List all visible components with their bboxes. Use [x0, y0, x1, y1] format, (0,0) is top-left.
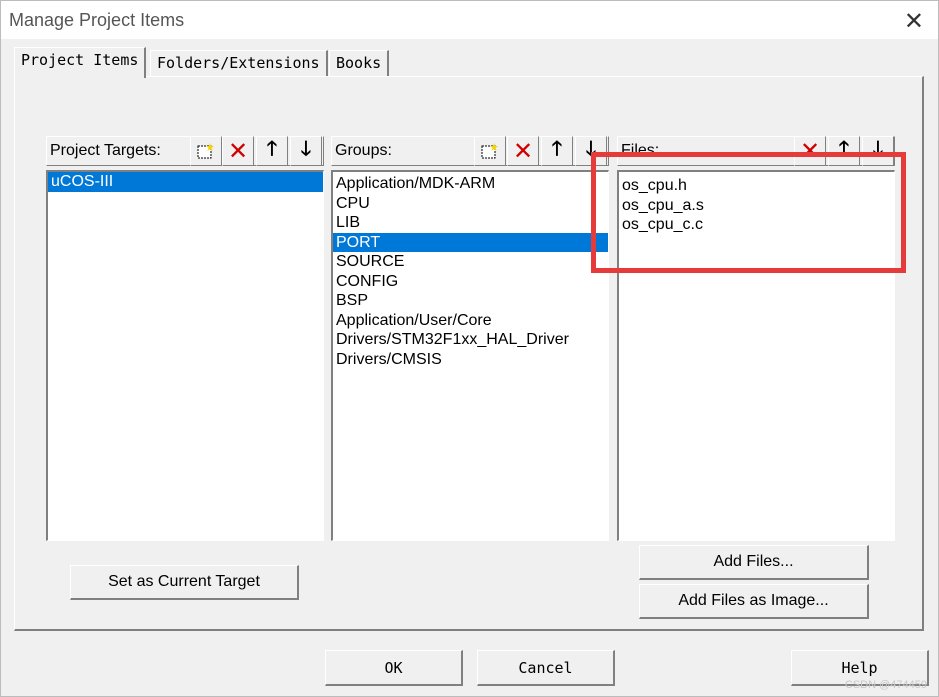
list-item[interactable]: CPU [333, 194, 608, 214]
highlight-box [591, 152, 906, 273]
move-down-icon: 🡓 [300, 138, 312, 160]
groups-label: Groups: [335, 142, 392, 159]
new-target-button[interactable] [190, 136, 222, 166]
watermark: CSDN @474459 [844, 679, 927, 691]
set-current-target-button[interactable]: Set as Current Target [70, 565, 299, 600]
list-item[interactable]: Application/MDK-ARM [333, 174, 608, 194]
tab-folders-extensions[interactable]: Folders/Extensions [150, 50, 328, 77]
list-item[interactable]: SOURCE [333, 252, 608, 272]
title-bar: Manage Project Items ✕ [0, 0, 939, 39]
delete-group-button[interactable]: ✕ [507, 136, 539, 166]
ok-button[interactable]: OK [325, 650, 463, 686]
list-item[interactable]: Application/User/Core [333, 311, 608, 331]
new-group-button[interactable] [474, 136, 506, 166]
targets-label: Project Targets: [50, 142, 161, 159]
list-item[interactable]: LIB [333, 213, 608, 233]
delete-target-button[interactable]: ✕ [222, 136, 254, 166]
groups-list[interactable]: Application/MDK-ARM CPU LIB PORT SOURCE … [331, 170, 609, 541]
cancel-button[interactable]: Cancel [477, 650, 615, 686]
list-item[interactable]: uCOS-III [48, 172, 323, 192]
tab-books[interactable]: Books [329, 50, 390, 77]
target-move-up-button[interactable]: 🡑 [256, 136, 288, 166]
delete-icon: ✕ [227, 137, 249, 165]
move-up-icon: 🡑 [266, 138, 278, 160]
group-move-up-button[interactable]: 🡑 [541, 136, 573, 166]
delete-icon: ✕ [512, 137, 534, 165]
list-item[interactable]: Drivers/STM32F1xx_HAL_Driver [333, 330, 608, 350]
move-up-icon: 🡑 [551, 138, 563, 160]
list-item[interactable]: BSP [333, 291, 608, 311]
close-icon[interactable]: ✕ [904, 7, 924, 36]
tab-project-items[interactable]: Project Items [14, 47, 147, 78]
targets-list[interactable]: uCOS-III [46, 170, 324, 541]
add-files-as-image-button[interactable]: Add Files as Image... [639, 584, 869, 619]
new-item-icon [197, 143, 214, 159]
new-item-icon [481, 143, 498, 159]
list-item[interactable]: Drivers/CMSIS [333, 350, 608, 370]
list-item[interactable]: CONFIG [333, 272, 608, 292]
add-files-button[interactable]: Add Files... [639, 545, 869, 580]
list-item[interactable]: PORT [333, 232, 608, 252]
window-title: Manage Project Items [9, 10, 185, 30]
target-move-down-button[interactable]: 🡓 [290, 136, 322, 166]
